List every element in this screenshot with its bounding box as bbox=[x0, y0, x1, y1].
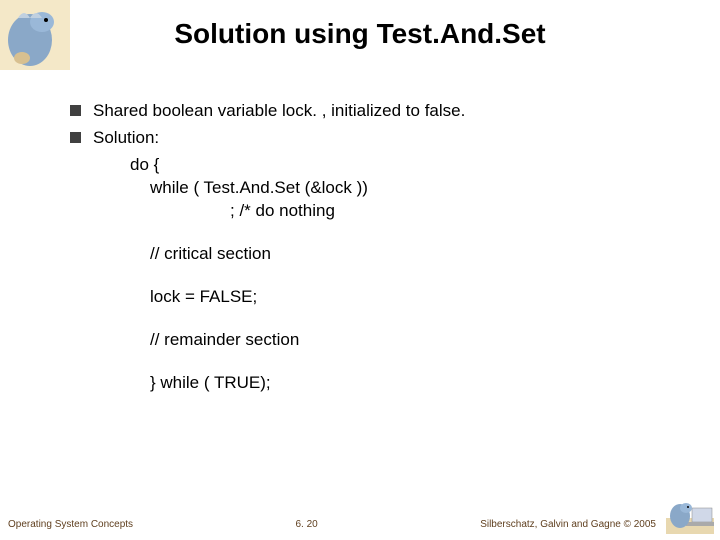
slide-content: Shared boolean variable lock. , initiali… bbox=[70, 100, 680, 394]
bullet-text: Solution: bbox=[93, 127, 159, 150]
square-bullet-icon bbox=[70, 105, 81, 116]
slide-title: Solution using Test.And.Set bbox=[0, 0, 720, 50]
code-line: ; /* do nothing bbox=[70, 200, 680, 223]
square-bullet-icon bbox=[70, 132, 81, 143]
footer-page-number: 6. 20 bbox=[133, 519, 480, 530]
code-line: // critical section bbox=[70, 243, 680, 266]
code-line: do { bbox=[70, 154, 680, 177]
footer-right-text: Silberschatz, Galvin and Gagne © 2005 bbox=[480, 519, 712, 530]
code-line: while ( Test.And.Set (&lock )) bbox=[70, 177, 680, 200]
slide-footer: Operating System Concepts 6. 20 Silbersc… bbox=[0, 519, 720, 530]
bullet-item: Shared boolean variable lock. , initiali… bbox=[70, 100, 680, 123]
bullet-item: Solution: bbox=[70, 127, 680, 150]
code-line: } while ( TRUE); bbox=[70, 372, 680, 395]
code-line: lock = FALSE; bbox=[70, 286, 680, 309]
code-line: // remainder section bbox=[70, 329, 680, 352]
dino-mascot-top-icon bbox=[0, 0, 70, 70]
bullet-text: Shared boolean variable lock. , initiali… bbox=[93, 100, 465, 123]
footer-left-text: Operating System Concepts bbox=[8, 519, 133, 530]
